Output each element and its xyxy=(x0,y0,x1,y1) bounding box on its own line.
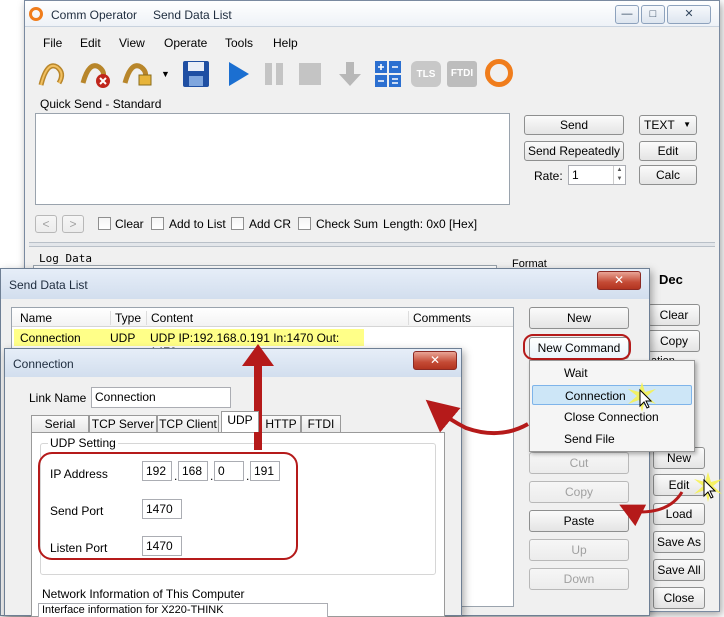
arrow-to-row-head xyxy=(242,344,274,366)
tab-udp[interactable]: UDP xyxy=(221,411,259,432)
arrow-to-paste xyxy=(619,491,684,527)
cursor-icon xyxy=(694,472,722,502)
annotation-arrows xyxy=(242,344,684,527)
cursor-icon xyxy=(628,382,656,412)
arrow-to-dialog xyxy=(425,399,529,436)
